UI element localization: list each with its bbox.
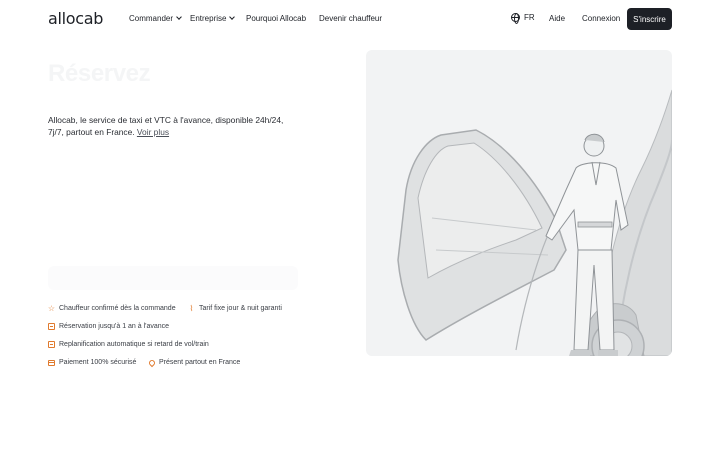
nav-devenir-chauffeur[interactable]: Devenir chauffeur — [319, 14, 382, 23]
tag-icon: ⌇ — [189, 304, 194, 313]
hero-title: Réservez — [48, 60, 151, 87]
calendar-icon — [48, 323, 55, 330]
schedule-icon — [48, 341, 55, 348]
feature-label: Paiement 100% sécurisé — [59, 359, 137, 366]
globe-icon — [511, 13, 520, 24]
nav-entreprise-label: Entreprise — [190, 14, 227, 23]
signup-button[interactable]: S'inscrire — [627, 8, 672, 30]
nav-pourquoi-label: Pourquoi Allocab — [246, 14, 307, 23]
feature-label: Tarif fixe jour & nuit garanti — [199, 305, 282, 312]
nav-pourquoi-allocab[interactable]: Pourquoi Allocab — [246, 14, 306, 23]
nav-devenir-label: Devenir chauffeur — [319, 14, 382, 23]
chauffeur-car-illustration — [397, 89, 672, 356]
feature-item: Replanification automatique si retard de… — [48, 341, 209, 348]
help-link[interactable]: Aide — [549, 14, 565, 23]
allocab-logo[interactable]: allocab — [48, 9, 103, 28]
credit-card-icon — [48, 359, 55, 366]
feature-item: ⌇ Tarif fixe jour & nuit garanti — [188, 304, 282, 313]
feature-label: Réservation jusqu'à 1 an à l'avance — [59, 323, 170, 330]
hero-illustration — [366, 50, 672, 356]
location-pin-icon — [147, 358, 156, 367]
hero-description: Allocab, le service de taxi et VTC à l'a… — [48, 114, 298, 138]
feature-item: Présent partout en France — [147, 358, 241, 367]
star-icon: ☆ — [47, 304, 56, 313]
feature-label: Chauffeur confirmé dès la commande — [59, 305, 176, 312]
feature-item: Paiement 100% sécurisé — [48, 359, 136, 366]
language-selector[interactable]: FR — [511, 13, 535, 24]
login-link[interactable]: Connexion — [582, 14, 620, 23]
top-nav: allocab Commander Entreprise Pourquoi Al… — [0, 0, 720, 38]
nav-commander-label: Commander — [129, 14, 174, 23]
feature-label: Présent partout en France — [159, 359, 241, 366]
language-label: FR — [524, 13, 535, 22]
booking-form-placeholder — [48, 266, 298, 290]
chevron-down-icon — [176, 14, 182, 20]
nav-entreprise[interactable]: Entreprise — [190, 14, 236, 23]
nav-commander[interactable]: Commander — [129, 14, 182, 23]
see-more-link[interactable]: Voir plus — [137, 127, 169, 137]
feature-label: Replanification automatique si retard de… — [59, 341, 209, 348]
feature-item: Réservation jusqu'à 1 an à l'avance — [48, 323, 169, 330]
feature-item: ☆ Chauffeur confirmé dès la commande — [47, 304, 176, 313]
chevron-down-icon — [229, 14, 236, 20]
